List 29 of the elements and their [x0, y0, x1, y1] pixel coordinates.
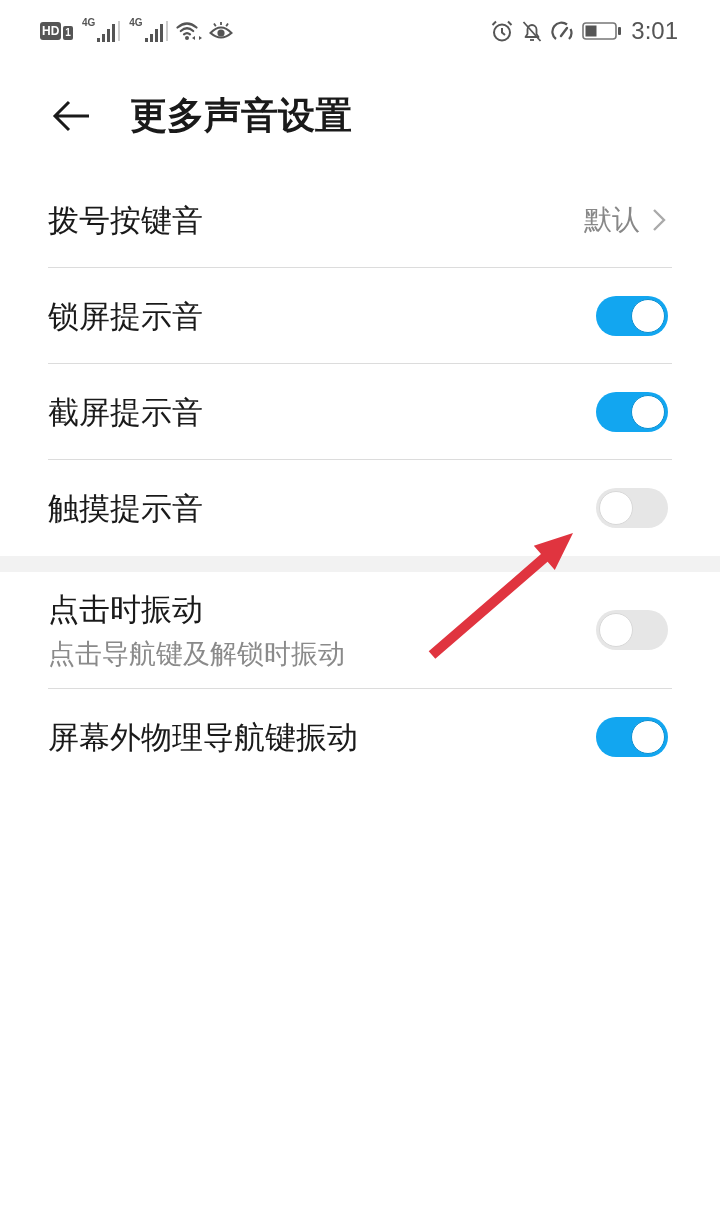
toggle-switch[interactable]: [596, 295, 668, 336]
hd-indicator: HD: [40, 22, 62, 40]
page-title: 更多声音设置: [130, 93, 352, 139]
setting-description: 点击导航键及解锁时振动: [48, 637, 345, 671]
signal-bars-icon: [97, 24, 116, 42]
setting-label: 屏幕外物理导航键振动: [48, 718, 358, 757]
bell-off-icon: [521, 20, 544, 42]
network-type-label: 4G: [81, 18, 96, 28]
setting-label: 拨号按键音: [48, 200, 203, 240]
toggle-switch[interactable]: [596, 717, 668, 757]
status-time: 3:01: [631, 17, 678, 45]
setting-label: 截屏提示音: [48, 392, 203, 432]
network-type-label: 4G: [129, 18, 143, 28]
back-arrow-icon[interactable]: [52, 100, 90, 132]
toggle-switch[interactable]: [596, 391, 668, 432]
alarm-icon: [491, 20, 514, 42]
setting-label: 锁屏提示音: [48, 296, 203, 336]
setting-label: 点击时振动: [48, 590, 204, 629]
toggle-switch[interactable]: [596, 610, 668, 650]
setting-label: 触摸提示音: [48, 489, 203, 528]
sim-indicator: 1: [63, 26, 73, 40]
chevron-right-icon: [652, 207, 666, 232]
eye-icon: [208, 21, 233, 41]
wifi-icon: [175, 21, 202, 41]
battery-icon: [582, 22, 622, 40]
setting-value: 默认: [584, 201, 640, 238]
signal-bars-icon: [144, 24, 163, 42]
gauge-icon: [551, 20, 575, 42]
toggle-switch[interactable]: [596, 488, 668, 528]
